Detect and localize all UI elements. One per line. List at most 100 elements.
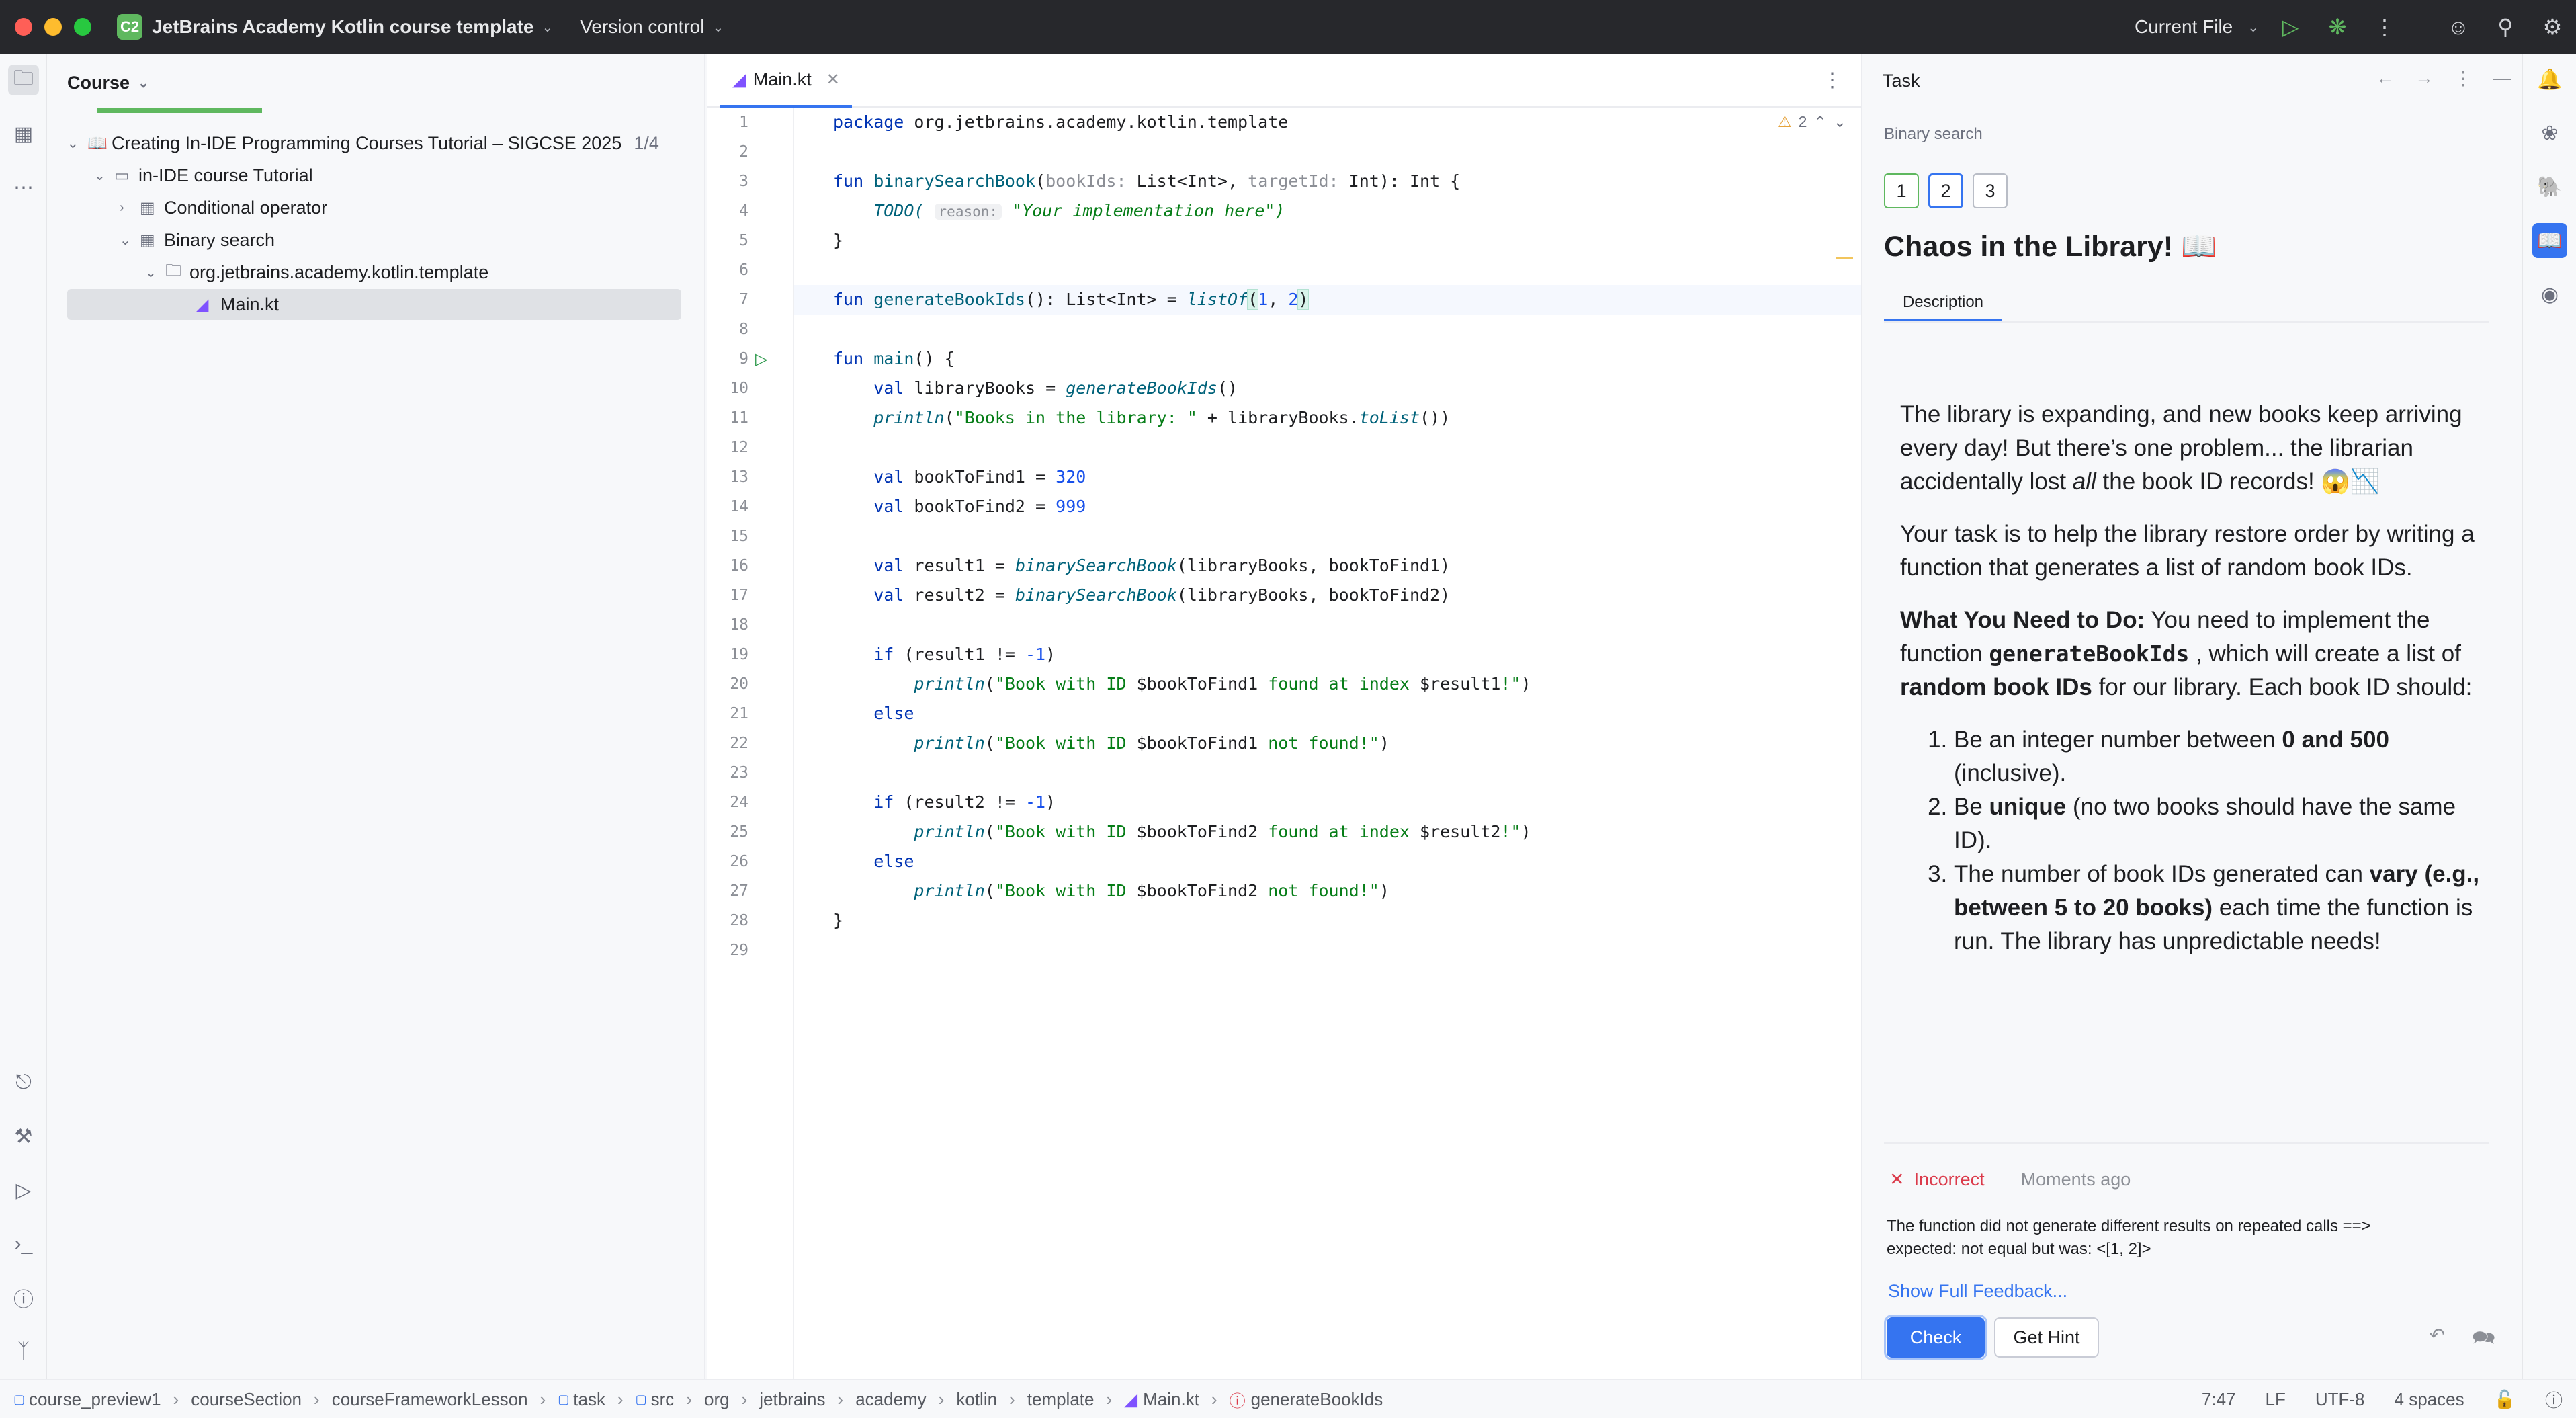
breadcrumb-item[interactable]: ▢ src › [636,1389,704,1410]
run-tool-icon[interactable]: ▷ [8,1175,39,1206]
code-line[interactable]: println("Book with ID $bookToFind2 found… [794,817,1861,847]
services-icon[interactable]: ⎋ [8,1067,39,1098]
tree-item-package[interactable]: ⌄ 🗀 org.jetbrains.academy.kotlin.templat… [145,257,488,288]
indent-settings[interactable]: 4 spaces [2395,1389,2464,1410]
more-actions-icon[interactable]: ⋮ [2361,0,2408,54]
breadcrumb-item[interactable]: ▢ course_preview1 › [13,1389,191,1410]
tree-item-course[interactable]: ⌄ 📖 Creating In-IDE Programming Courses … [67,128,659,159]
breadcrumb-item[interactable]: kotlin › [956,1389,1027,1410]
breadcrumb-item[interactable]: courseSection › [191,1389,331,1410]
run-icon[interactable]: ▷ [2267,0,2314,54]
chevron-down-icon[interactable]: ⌄ [542,19,553,36]
breadcrumb-item[interactable]: ◢ Main.kt › [1124,1389,1229,1410]
code-text-area[interactable]: package org.jetbrains.academy.kotlin.tem… [794,108,1861,1379]
problems-icon[interactable]: ⓘ [8,1282,39,1313]
tree-item-lesson-conditional[interactable]: › ▦ Conditional operator [120,192,327,223]
chevron-down-icon[interactable]: ⌄ [145,264,165,281]
lock-icon[interactable]: 🔓 [2494,1389,2516,1410]
code-line[interactable]: if (result1 != -1) [794,640,1861,669]
hide-panel-icon[interactable]: — [2493,67,2511,89]
run-main-gutter-icon[interactable]: ▷ [755,344,775,374]
code-line[interactable]: println("Book with ID $bookToFind1 not f… [794,728,1861,758]
show-full-feedback-link[interactable]: Show Full Feedback... [1888,1281,2067,1302]
step-2-button[interactable]: 2 [1928,173,1963,208]
tree-item-section[interactable]: ⌄ ▭ in-IDE course Tutorial [94,160,313,191]
previous-task-arrow-icon[interactable]: ← [2376,67,2395,89]
code-line[interactable]: val bookToFind1 = 320 [794,462,1861,492]
project-badge[interactable]: C2 [117,14,142,40]
code-line[interactable]: } [794,906,1861,935]
reset-undo-icon[interactable]: ↶ [2430,1324,2445,1356]
breadcrumb-item[interactable]: template › [1027,1389,1124,1410]
project-name[interactable]: JetBrains Academy Kotlin course template [152,16,533,38]
run-configuration-selector[interactable]: Current File [2135,16,2233,38]
breadcrumb-item[interactable]: ▢ task › [558,1389,635,1410]
add-user-icon[interactable]: ☺ [2435,0,2482,54]
tab-main-kt[interactable]: ◢ Main.kt ✕ [720,54,852,108]
code-line[interactable]: } [794,226,1861,255]
git-branch-icon[interactable]: ᛉ [8,1336,39,1367]
more-tabs-icon[interactable]: ⋮ [1822,69,1842,92]
zoom-window-button[interactable] [74,18,91,36]
code-line[interactable]: fun main() { [794,344,1861,374]
next-task-arrow-icon[interactable]: → [2415,67,2434,89]
course-tools-icon[interactable]: ◉ [2532,277,2567,312]
structure-icon[interactable]: ▦ [8,118,39,149]
minimize-window-button[interactable] [44,18,62,36]
tab-description[interactable]: Description [1884,286,2002,321]
problems-status-icon[interactable]: ⓘ [2545,1387,2563,1412]
chevron-down-icon[interactable]: ⌄ [712,19,724,36]
build-hammer-icon[interactable]: ⚒ [8,1121,39,1152]
course-panel-header[interactable]: Course ⌄ [47,54,704,112]
chevron-down-icon[interactable]: ⌄ [138,75,149,91]
code-line[interactable]: val result1 = binarySearchBook(libraryBo… [794,551,1861,581]
code-line[interactable]: val libraryBooks = generateBookIds() [794,374,1861,403]
close-tab-icon[interactable]: ✕ [826,70,840,89]
search-icon[interactable]: ⚲ [2482,0,2529,54]
get-hint-button[interactable]: Get Hint [1994,1317,2099,1358]
code-line[interactable]: println("Book with ID $bookToFind1 found… [794,669,1861,699]
tree-item-lesson-binary-search[interactable]: ⌄ ▦ Binary search [120,224,275,255]
code-line[interactable]: else [794,699,1861,728]
file-encoding[interactable]: UTF-8 [2315,1389,2365,1410]
breadcrumb-item[interactable]: ⓘ generateBookIds [1230,1388,1383,1411]
code-line[interactable]: val bookToFind2 = 999 [794,492,1861,522]
ai-assistant-icon[interactable]: ❀ [2532,116,2567,151]
notifications-bell-icon[interactable]: 🔔 [2532,62,2567,97]
leave-feedback-comment-icon[interactable]: 🗪 [2472,1324,2495,1356]
debug-icon[interactable]: ❋ [2314,0,2361,54]
code-line[interactable]: println("Books in the library: " + libra… [794,403,1861,433]
tree-item-main-kt[interactable]: ◢ Main.kt [67,289,681,320]
chevron-down-icon[interactable]: ⌄ [2247,19,2259,36]
step-1-button[interactable]: 1 [1884,173,1919,208]
close-window-button[interactable] [15,18,32,36]
version-control-menu[interactable]: Version control [580,16,704,38]
code-line[interactable]: package org.jetbrains.academy.kotlin.tem… [794,108,1861,137]
code-line[interactable]: else [794,847,1861,876]
chevron-down-icon[interactable]: ⌄ [94,167,114,184]
more-tools-icon[interactable]: ⋯ [8,172,39,203]
line-number-gutter[interactable]: 1 2 3 4 5 6 7 8 9 ▷ 10 11 12 13 14 15 16… [707,108,794,1379]
gradle-icon[interactable]: 🐘 [2532,169,2567,204]
project-folder-icon[interactable]: 🗀 [8,65,39,95]
code-line[interactable]: println("Book with ID $bookToFind2 not f… [794,876,1861,906]
caret-position[interactable]: 7:47 [2202,1389,2236,1410]
code-line[interactable]: if (result2 != -1) [794,788,1861,817]
step-3-button[interactable]: 3 [1973,173,2008,208]
code-line-current[interactable]: fun generateBookIds(): List<Int> = listO… [794,285,1861,315]
chevron-down-icon[interactable]: ⌄ [120,232,140,249]
chevron-down-icon[interactable]: ⌄ [67,135,87,152]
line-separator[interactable]: LF [2266,1389,2286,1410]
breadcrumb-item[interactable]: jetbrains › [759,1389,855,1410]
check-button[interactable]: Check [1884,1315,1987,1360]
task-book-icon[interactable]: 📖 [2532,223,2567,258]
code-line[interactable]: TODO( reason: "Your implementation here"… [794,196,1861,226]
breadcrumb-item[interactable]: academy › [855,1389,956,1410]
breadcrumb-item[interactable]: org › [704,1389,759,1410]
chevron-right-icon[interactable]: › [120,200,140,216]
more-options-icon[interactable]: ⋮ [2454,67,2473,89]
breadcrumb-item[interactable]: courseFrameworkLesson › [332,1389,558,1410]
terminal-icon[interactable]: ›_ [8,1228,39,1259]
code-line[interactable]: val result2 = binarySearchBook(libraryBo… [794,581,1861,610]
settings-gear-icon[interactable]: ⚙ [2529,0,2576,54]
